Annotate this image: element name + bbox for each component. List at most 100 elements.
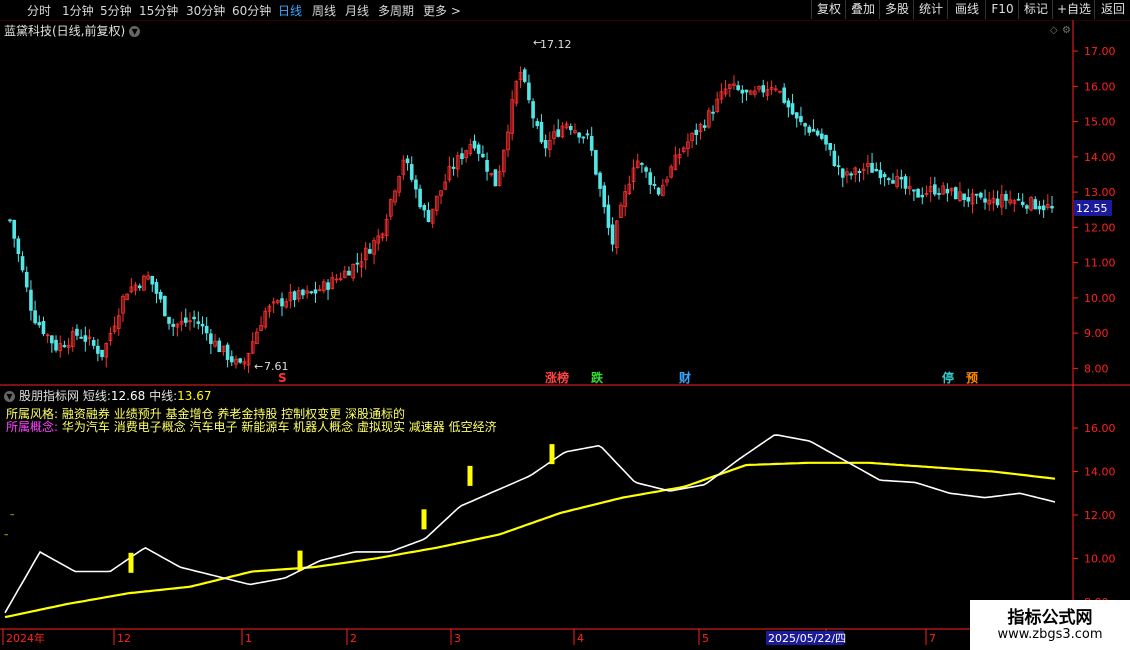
candle-body (41, 321, 46, 335)
candle-body (953, 187, 958, 200)
candle-body (313, 289, 318, 294)
period-tab-more[interactable]: 更多 > (423, 2, 461, 19)
candle-body (37, 322, 42, 326)
candle-body (782, 87, 786, 103)
candle-body (614, 220, 619, 249)
candle-body (129, 286, 134, 293)
low-price-label: 7.61 (264, 360, 289, 373)
candle-body (840, 168, 845, 178)
candle-body (543, 140, 548, 149)
candle-body (811, 129, 816, 132)
candle-body (347, 270, 351, 276)
candle-body (355, 262, 360, 265)
candle-body (188, 320, 192, 323)
price-tick-label: 14.00 (1084, 151, 1116, 164)
candle-body (397, 176, 401, 193)
candle-body (539, 121, 544, 143)
date-tick-label: 2024年 (6, 631, 45, 645)
candle-body (163, 295, 167, 317)
date-tick-label: 2 (350, 632, 357, 645)
candle-body (24, 271, 29, 288)
candle-body (1016, 198, 1021, 201)
period-tab-1min[interactable]: 1分钟 (62, 2, 94, 19)
candle-body (522, 69, 527, 82)
candle-body (96, 345, 100, 354)
period-tab-monthly[interactable]: 月线 (345, 2, 369, 19)
period-tab-15min[interactable]: 15分钟 (139, 2, 178, 19)
period-tab-daily[interactable]: 日线 (278, 2, 302, 19)
candle-body (209, 333, 213, 344)
mark-button[interactable]: 标记 (1018, 0, 1053, 19)
indicator-tick-label: 10.00 (1084, 552, 1116, 565)
candle-body (748, 90, 753, 95)
overlay-button[interactable]: 叠加 (845, 0, 880, 19)
candle-body (623, 191, 627, 208)
candle-body (133, 284, 138, 291)
watermark-title: 指标公式网 (1007, 608, 1093, 628)
stock-title[interactable]: 蓝黛科技(日线,前复权) ▼ (4, 22, 141, 39)
mid-line-series (4, 461, 1056, 619)
period-tab-5min[interactable]: 5分钟 (100, 2, 132, 19)
adjust-button[interactable]: 复权 (811, 0, 846, 19)
candle-body (70, 331, 75, 347)
short-line-series (4, 434, 1056, 614)
period-tab-weekly[interactable]: 周线 (312, 2, 336, 19)
candle-body (753, 90, 757, 95)
candle-body (794, 112, 799, 119)
candle-body (58, 343, 63, 352)
candle-body (250, 341, 255, 354)
candle-body (866, 163, 870, 167)
draw-line-button[interactable]: 画线 (947, 0, 986, 19)
candle-body (878, 169, 883, 179)
candle-body (727, 84, 732, 90)
candle-body (405, 158, 410, 164)
candle-body (941, 185, 945, 195)
candle-body (820, 133, 824, 139)
period-tab-intraday[interactable]: 分时 (27, 2, 51, 19)
candle-body (556, 129, 561, 137)
event-marker: 停 (942, 370, 954, 385)
chevron-down-icon[interactable]: ▼ (129, 26, 141, 37)
indicator-title[interactable]: ▼ 股朋指标网 短线:12.68 中线:13.67 (4, 387, 211, 404)
back-button[interactable]: 返回 (1094, 0, 1130, 19)
candle-body (485, 159, 489, 172)
date-tick-label: 3 (454, 632, 461, 645)
signal-marker (467, 465, 473, 486)
candle-body (694, 129, 699, 135)
candle-body (171, 323, 176, 327)
candle-body (242, 361, 247, 365)
candle-body (451, 166, 456, 169)
chart-canvas[interactable]: ◇ ⚙ 17.127.61←← 8.009.0010.0011.0012.0013… (0, 0, 1130, 650)
f10-button[interactable]: F10 (985, 0, 1019, 19)
candle-body (460, 153, 464, 159)
candle-body (681, 147, 686, 152)
add-watchlist-button[interactable]: +自选 (1052, 0, 1095, 19)
event-marker: 涨榜 (545, 370, 569, 385)
candle-body (974, 193, 979, 196)
candle-body (807, 126, 812, 133)
stats-button[interactable]: 统计 (913, 0, 948, 19)
concept-label: 所属概念: (6, 420, 59, 434)
candle-body (234, 358, 238, 365)
period-tab-30min[interactable]: 30分钟 (186, 2, 225, 19)
candle-body (1029, 196, 1033, 211)
period-tab-multi[interactable]: 多周期 (378, 2, 414, 19)
chevron-down-icon[interactable]: ▼ (4, 391, 15, 402)
candle-body (652, 183, 657, 186)
mid-line-label: 中线: (149, 389, 178, 403)
dash-marker: – (10, 510, 15, 520)
candle-body (45, 334, 50, 337)
candle-body (815, 130, 820, 136)
date-tick-label: 6 (829, 632, 836, 645)
candle-body (987, 199, 992, 205)
period-tab-60min[interactable]: 60分钟 (232, 2, 271, 19)
candle-body (790, 103, 795, 115)
candle-body (698, 124, 703, 132)
candle-body (288, 291, 293, 302)
candle-body (761, 85, 766, 93)
date-tick-label: 7 (929, 632, 936, 645)
candle-body (263, 310, 268, 328)
candle-body (1037, 205, 1042, 210)
signal-marker (549, 444, 555, 465)
multi-stock-button[interactable]: 多股 (879, 0, 914, 19)
